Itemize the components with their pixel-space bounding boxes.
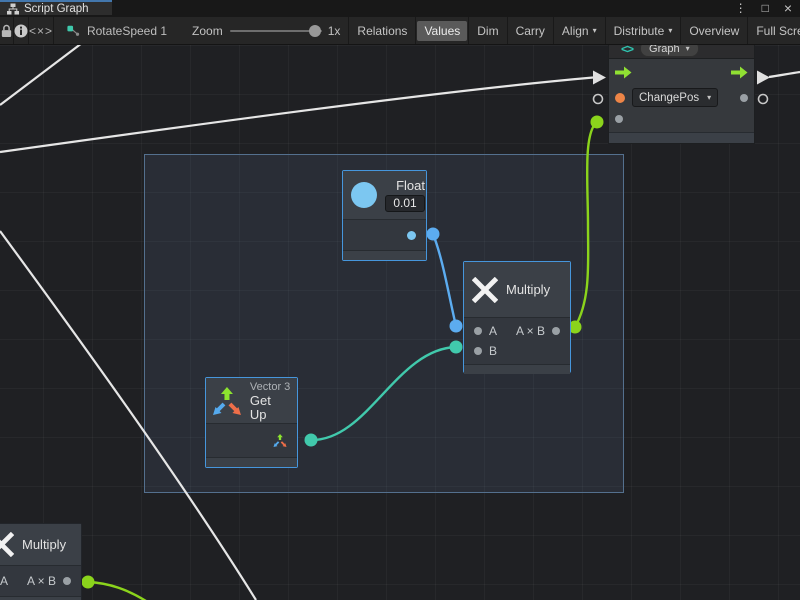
multiply-icon [0,532,14,557]
graph-reference-icon [67,24,80,38]
getup-node-header: Vector 3 Get Up [206,378,297,424]
node-title: Multiply [22,537,66,552]
tab-script-graph[interactable]: Script Graph [0,0,112,15]
changepos-value-port[interactable] [615,115,623,123]
multiply-input-b-port[interactable] [474,347,482,355]
zoom-slider-track[interactable] [230,30,322,32]
lock-icon [0,24,13,38]
changepos-selected-value: ChangePos [639,92,699,104]
node-type-label: Vector 3 [250,380,290,394]
chevron-down-icon: ▾ [593,21,597,41]
code-preview-button[interactable]: <×> [29,17,53,45]
menu-distribute[interactable]: Distribute▾ [607,21,680,41]
changepos-output-port[interactable] [740,94,748,102]
multiply-output-port[interactable] [552,327,560,335]
toggle-values[interactable]: Values [417,21,467,41]
float-type-icon [351,182,377,208]
node-float[interactable]: Float 0.01 [342,170,427,261]
changepos-variable-dropdown[interactable]: ChangePos ▾ [632,88,718,107]
chevron-down-icon: ▾ [686,44,690,53]
node-title: Float [396,178,425,193]
tab-title: Script Graph [24,3,89,15]
node-title: Get Up [250,394,291,422]
vector3-arrows-icon [212,387,242,415]
code-preview-icon: <×> [29,24,53,38]
node-footer [206,457,297,467]
node-multiply[interactable]: Multiply A A × B B [463,261,571,373]
port-label-a: A [0,574,8,588]
lock-button[interactable] [0,17,13,45]
multiply-input-a-port[interactable] [474,327,482,335]
node-footer [464,364,570,374]
port-label-b: B [489,344,497,358]
window-title-bar: Script Graph ⋮ □ × [0,0,800,17]
toggle-dim[interactable]: Dim [470,21,505,41]
toggle-full-screen[interactable]: Full Screen [749,21,800,41]
graph-reference[interactable]: RotateSpeed 1 [54,24,167,38]
zoom-label: Zoom [192,24,223,38]
multiply-node-header: Multiply [0,524,81,566]
port-label-output: A × B [27,574,56,588]
flow-input-arrow-icon[interactable] [615,66,632,79]
graph-tree-icon [7,3,19,15]
float-output-port[interactable] [407,231,416,240]
info-button[interactable] [14,17,28,45]
toggle-relations[interactable]: Relations [350,21,414,41]
toggle-overview[interactable]: Overview [682,21,746,41]
window-close-button[interactable]: × [784,0,792,17]
node-footer [609,132,754,143]
node-changepos-group[interactable]: <> Graph ▾ ChangePos ▾ [608,38,755,144]
script-graph-window: Float 0.01 Multiply A A × B [0,0,800,600]
chevron-down-icon: ▾ [668,21,672,41]
getup-output-port-icon[interactable] [273,434,287,447]
info-icon [14,24,28,38]
node-multiply-bottom[interactable]: Multiply A A × B [0,523,82,600]
multiply-icon [472,277,498,303]
multiply-node-header: Multiply [464,262,570,318]
node-title: Multiply [506,282,550,297]
window-maximize-button[interactable]: □ [762,0,769,17]
flow-output-arrow-icon[interactable] [731,66,748,79]
zoom-value: 1x [328,24,341,38]
graph-toolbar: <×> RotateSpeed 1 Zoom 1x Relations Valu… [0,17,800,45]
zoom-slider-handle[interactable] [309,25,321,37]
float-node-header: Float 0.01 [343,171,426,220]
node-get-up[interactable]: Vector 3 Get Up [205,377,298,468]
menu-align[interactable]: Align▾ [555,21,604,41]
zoom-slider[interactable] [230,17,322,45]
toggle-carry[interactable]: Carry [509,21,552,41]
node-footer [343,250,426,260]
port-label-a: A [489,324,497,338]
multiply-output-port[interactable] [63,577,71,585]
node-footer [0,596,81,600]
changepos-input-port[interactable] [615,93,625,103]
changepos-node-body: ChangePos ▾ [608,58,755,144]
graph-reference-label: RotateSpeed 1 [87,24,167,38]
window-menu-button[interactable]: ⋮ [735,0,747,17]
chevron-down-icon: ▾ [707,93,711,102]
float-value-input[interactable]: 0.01 [385,195,425,212]
port-label-output: A × B [516,324,545,338]
